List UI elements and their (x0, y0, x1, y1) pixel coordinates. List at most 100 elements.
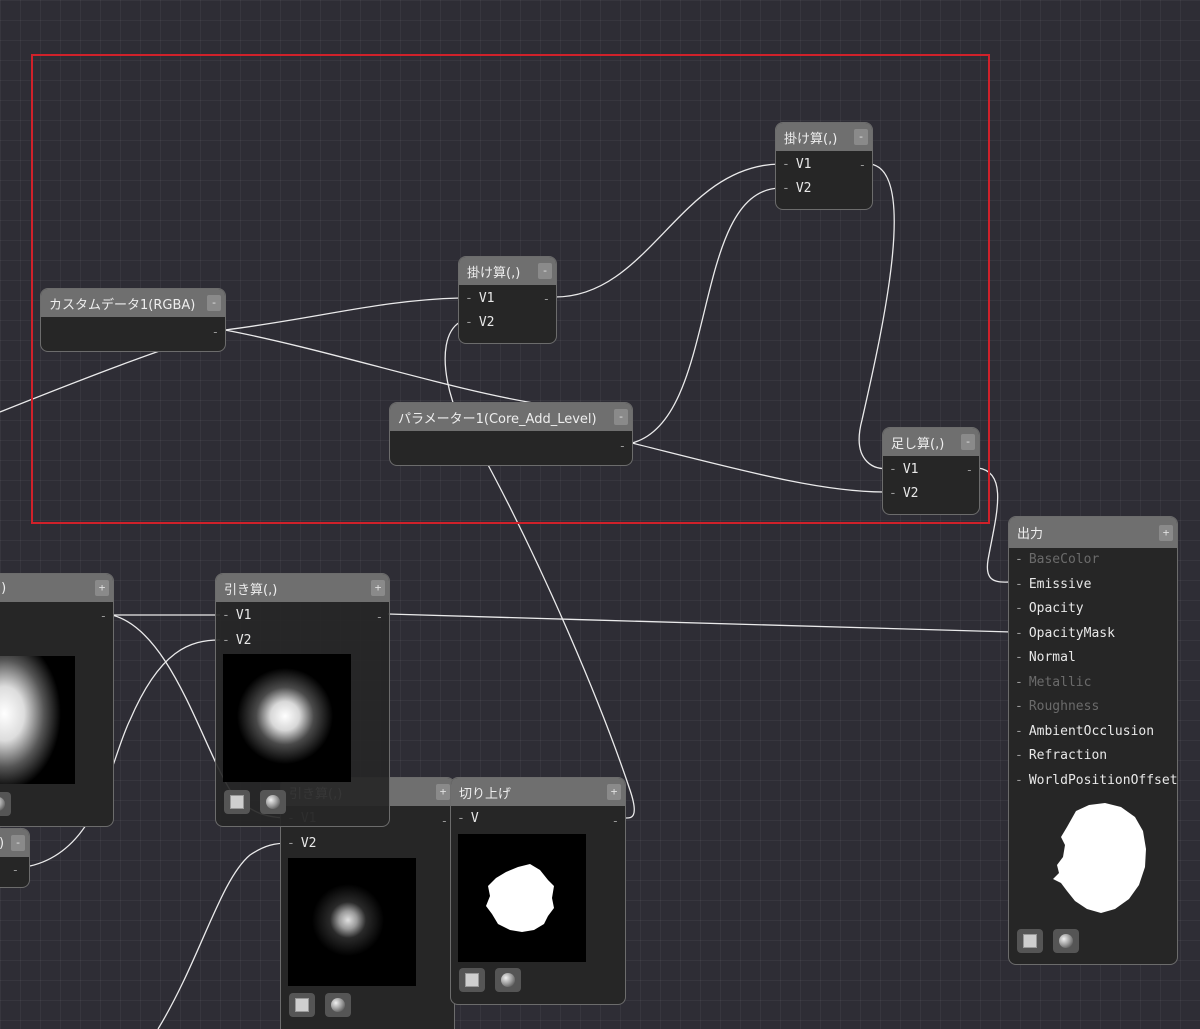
sphere-preview-button[interactable] (495, 968, 521, 992)
square-preview-button[interactable] (459, 968, 485, 992)
pin-label: V2 (300, 836, 317, 851)
node-title: 掛け算(,) (467, 265, 521, 281)
collapse-toggle[interactable]: - (961, 434, 975, 450)
pin-label: AmbientOcclusion (1028, 723, 1155, 739)
node-header[interactable]: 掛け算(,) - (459, 257, 556, 285)
multiply-node-2[interactable]: 掛け算(,) - - V1 - V2 - (775, 122, 873, 210)
output-preview (1021, 795, 1171, 923)
expand-toggle[interactable]: + (371, 580, 385, 596)
output-pin[interactable]: - (966, 461, 973, 479)
node-title: 足し算(,) (891, 436, 945, 452)
subtract-node-1[interactable]: 引き算(,) + - V1 - V2 - (215, 573, 390, 827)
expand-toggle[interactable]: + (1159, 524, 1173, 541)
pin-label: V (470, 811, 479, 826)
collapse-toggle[interactable]: - (207, 295, 221, 311)
output-input-pin[interactable]: - Refraction (1015, 745, 1107, 767)
expand-toggle[interactable]: + (607, 784, 621, 800)
node-header[interactable]: ) - (0, 829, 29, 857)
pin-label: WorldPositionOffset (1028, 772, 1178, 788)
node-header[interactable]: ,) + (0, 574, 113, 602)
output-node[interactable]: 出力 + - BaseColor - Emissive - Opacity - Opac… (1008, 516, 1178, 965)
output-input-pin[interactable]: - Emissive (1015, 574, 1091, 596)
output-input-pin[interactable]: - WorldPositionOffset (1015, 770, 1178, 792)
pin-label: V1 (235, 608, 252, 623)
output-input-pin[interactable]: - Normal (1015, 647, 1076, 669)
node-header[interactable]: 引き算(,) + (216, 574, 389, 602)
node-header[interactable]: カスタムデータ1(RGBA) - (41, 289, 225, 317)
left-partial-node[interactable]: ,) + - (0, 573, 114, 827)
left-small-node[interactable]: ) - - (0, 828, 30, 888)
input-pin-v2[interactable]: - V2 (287, 833, 316, 855)
node-header[interactable]: パラメーター1(Core_Add_Level) - (390, 403, 632, 431)
wire-sub1-to-opacitymask (387, 613, 1013, 633)
multiply-node-1[interactable]: 掛け算(,) - - V1 - V2 - (458, 256, 557, 344)
pin-dash: - (1015, 552, 1023, 567)
node-title: 出力 (1017, 527, 1044, 542)
input-pin-v2[interactable]: - V2 (889, 483, 918, 505)
pin-label: V2 (478, 315, 495, 330)
square-preview-button[interactable] (224, 790, 250, 814)
input-pin-v1[interactable]: -V1 (465, 288, 494, 310)
output-input-pin[interactable]: - OpacityMask (1015, 623, 1115, 645)
input-pin-v1[interactable]: -V1 (889, 459, 918, 481)
node-header[interactable]: 掛け算(,) - (776, 123, 872, 151)
input-pin-v[interactable]: -V (457, 808, 479, 830)
pin-label: V2 (795, 181, 812, 196)
pin-dash: - (1015, 699, 1023, 714)
input-pin-v2[interactable]: - V2 (465, 312, 494, 334)
pin-dash: - (889, 486, 897, 501)
output-input-pin[interactable]: - Roughness (1015, 696, 1099, 718)
output-pin[interactable]: - (612, 812, 619, 830)
expand-toggle[interactable]: + (95, 580, 109, 596)
output-pin[interactable]: - (376, 608, 383, 626)
pin-dash: - (465, 315, 473, 330)
pin-dash: - (1015, 772, 1023, 788)
node-graph-canvas[interactable]: カスタムデータ1(RGBA) - - 掛け算(,) - - V1 - V2 - 掛け… (0, 0, 1200, 1029)
output-pin[interactable]: - (441, 812, 448, 830)
ceil-node[interactable]: 切り上げ + -V - (450, 777, 626, 1005)
sphere-preview-button[interactable] (1053, 929, 1079, 953)
expand-toggle[interactable]: + (436, 784, 450, 800)
input-pin-v2[interactable]: - V2 (222, 630, 251, 652)
output-pin[interactable]: - (12, 861, 19, 879)
node-header[interactable]: 出力 + (1009, 517, 1177, 548)
add-node[interactable]: 足し算(,) - - V1 - V2 - (882, 427, 980, 515)
node-header[interactable]: 足し算(,) - (883, 428, 979, 456)
pin-label: V2 (902, 486, 919, 501)
output-input-pin[interactable]: - Metallic (1015, 672, 1091, 694)
collapse-toggle[interactable]: - (854, 129, 868, 145)
node-title: 切り上げ (459, 786, 512, 802)
output-pin[interactable]: - (543, 290, 550, 308)
output-input-pin[interactable]: - Opacity (1015, 598, 1084, 620)
sphere-preview-button[interactable] (325, 993, 351, 1017)
collapse-toggle[interactable]: - (11, 835, 25, 851)
sphere-preview-button[interactable] (260, 790, 286, 814)
pin-label: Refraction (1028, 748, 1108, 763)
output-pin[interactable]: - (100, 607, 107, 625)
node-title: ) (0, 836, 11, 851)
output-pin[interactable]: - (212, 323, 219, 341)
pin-label: V1 (478, 291, 495, 306)
square-preview-button[interactable] (1017, 929, 1043, 953)
output-pin[interactable]: - (619, 437, 626, 455)
pin-label: Metallic (1028, 674, 1092, 690)
pin-dash: - (222, 608, 230, 623)
pin-dash: - (1015, 650, 1023, 665)
sphere-preview-button[interactable] (0, 792, 11, 816)
parameter-node[interactable]: パラメーター1(Core_Add_Level) - - (389, 402, 633, 466)
pin-label: Roughness (1028, 699, 1100, 714)
input-pin-v2[interactable]: - V2 (782, 178, 811, 200)
collapse-toggle[interactable]: - (614, 409, 628, 425)
output-input-pin[interactable]: - BaseColor (1015, 549, 1099, 571)
input-pin-v1[interactable]: -V1 (782, 154, 811, 176)
node-title: カスタムデータ1(RGBA) (49, 297, 196, 313)
output-input-pin[interactable]: - AmbientOcclusion (1015, 721, 1154, 743)
pin-dash: - (782, 157, 790, 172)
pin-dash: - (1015, 674, 1023, 690)
square-preview-button[interactable] (289, 993, 315, 1017)
collapse-toggle[interactable]: - (538, 263, 552, 279)
node-header[interactable]: 切り上げ + (451, 778, 625, 806)
input-pin-v1[interactable]: -V1 (222, 605, 251, 627)
output-pin[interactable]: - (859, 156, 866, 174)
custom-data-node[interactable]: カスタムデータ1(RGBA) - - (40, 288, 226, 352)
